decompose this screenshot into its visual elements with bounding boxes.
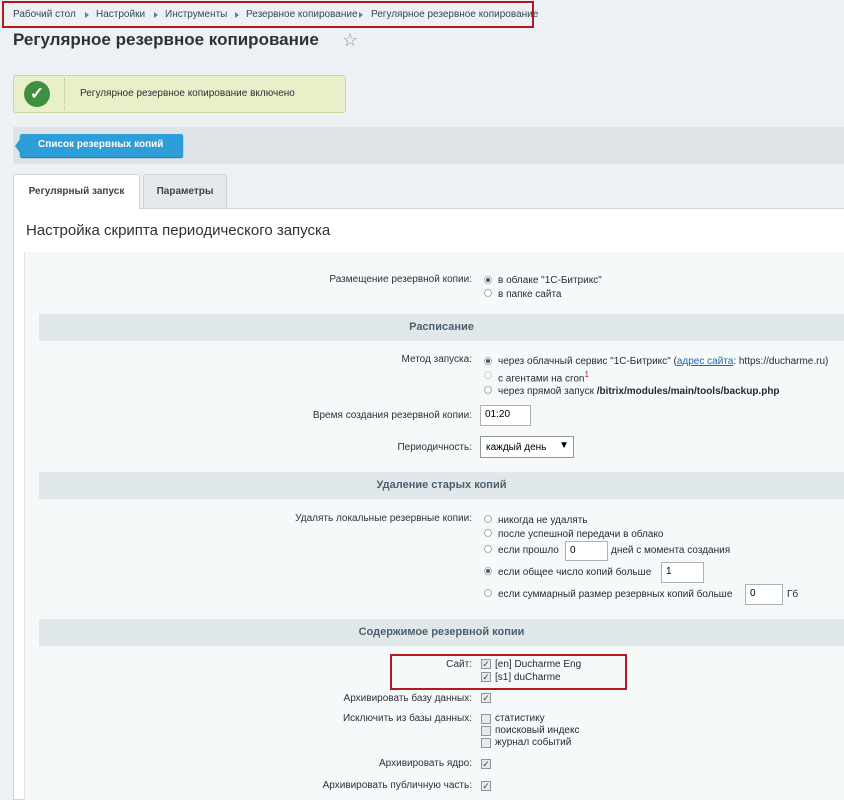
star-icon[interactable]: ☆ <box>342 30 358 51</box>
page-title: Регулярное резервное копирование <box>13 30 319 49</box>
cleanup-never-label: никогда не удалять <box>498 515 588 526</box>
archive-db-label: Архивировать базу данных: <box>343 693 472 704</box>
check-icon: ✓ <box>24 81 50 107</box>
breadcrumb-item-tools[interactable]: Инструменты <box>165 9 227 20</box>
cleanup-header: Удаление старых копий <box>39 472 844 499</box>
cleanup-after-transfer-radio[interactable] <box>484 529 492 537</box>
content-header: Содержимое резервной копии <box>39 619 844 646</box>
placement-cloud-radio[interactable] <box>484 276 492 284</box>
method-direct-radio[interactable] <box>484 386 492 394</box>
cleanup-label: Удалять локальные резервные копии: <box>295 513 472 524</box>
exclude-label: Исключить из базы данных: <box>342 713 472 724</box>
period-select[interactable]: каждый день ▼ <box>480 436 574 458</box>
breadcrumb-separator-icon <box>235 12 239 18</box>
exclude-search-checkbox[interactable] <box>481 726 491 736</box>
cleanup-count-radio[interactable] <box>484 567 492 575</box>
site-address-link[interactable]: адрес сайта <box>677 356 733 367</box>
section-title: Настройка скрипта периодического запуска <box>26 222 331 239</box>
success-message-text: Регулярное резервное копирование включен… <box>80 88 295 99</box>
dropdown-arrow-icon: ▼ <box>559 440 569 451</box>
cleanup-size-input[interactable]: 0 <box>745 584 783 605</box>
footnote-marker: 1 <box>584 370 589 379</box>
cleanup-size-unit: Гб <box>787 589 799 600</box>
placement-cloud-label: в облаке "1С-Битрикс" <box>498 275 602 286</box>
exclude-stats-checkbox[interactable] <box>481 714 491 724</box>
cleanup-size-radio[interactable] <box>484 589 492 597</box>
cleanup-count-input[interactable]: 1 <box>661 562 704 583</box>
cleanup-days-input[interactable]: 0 <box>565 541 608 561</box>
cleanup-size-prefix: если суммарный размер резервных копий бо… <box>498 589 733 600</box>
placement-site-radio[interactable] <box>484 289 492 297</box>
archive-public-checkbox[interactable]: ✓ <box>481 781 491 791</box>
backup-time-input[interactable]: 01:20 <box>480 405 531 426</box>
period-label: Периодичность: <box>397 442 472 453</box>
breadcrumb-separator-icon <box>154 12 158 18</box>
breadcrumb-item-backup[interactable]: Резервное копирование <box>246 9 358 20</box>
tab-regular-run[interactable]: Регулярный запуск <box>13 174 140 209</box>
cleanup-never-radio[interactable] <box>484 515 492 523</box>
breadcrumb-separator-icon <box>85 12 89 18</box>
method-label: Метод запуска: <box>401 354 472 365</box>
highlight-box <box>390 654 627 690</box>
placement-site-label: в папке сайта <box>498 289 562 300</box>
cleanup-after-transfer-label: после успешной передачи в облако <box>498 529 664 540</box>
exclude-search-label: поисковый индекс <box>495 725 580 736</box>
message-divider <box>64 78 65 110</box>
method-cron-radio[interactable] <box>484 371 492 379</box>
time-label: Время создания резервной копии: <box>312 410 472 421</box>
cleanup-days-prefix: если прошло <box>498 545 559 556</box>
archive-db-checkbox[interactable]: ✓ <box>481 693 491 703</box>
cleanup-days-suffix: дней с момента создания <box>611 545 731 556</box>
breadcrumb-item-desktop[interactable]: Рабочий стол <box>13 9 76 20</box>
method-direct-label: через прямой запуск /bitrix/modules/main… <box>498 386 780 397</box>
cleanup-count-prefix: если общее число копий больше <box>498 567 652 578</box>
exclude-events-label: журнал событий <box>495 737 572 748</box>
exclude-stats-label: статистику <box>495 713 545 724</box>
cleanup-days-radio[interactable] <box>484 545 492 553</box>
breadcrumb-item-current: Регулярное резервное копирование <box>371 9 539 20</box>
method-cron-label: с агентами на cron1 <box>498 370 589 385</box>
archive-public-label: Архивировать публичную часть: <box>322 780 472 791</box>
breadcrumb-separator-icon <box>359 12 363 18</box>
tab-parameters[interactable]: Параметры <box>143 174 227 209</box>
method-cloud-radio[interactable] <box>484 357 492 365</box>
placement-label: Размещение резервной копии: <box>329 274 472 285</box>
method-cloud-label: через облачный сервис "1С-Битрикс" (адре… <box>498 356 829 367</box>
backup-list-button[interactable]: Список резервных копий <box>20 134 183 157</box>
archive-core-checkbox[interactable]: ✓ <box>481 759 491 769</box>
exclude-events-checkbox[interactable] <box>481 738 491 748</box>
schedule-header: Расписание <box>39 314 844 341</box>
breadcrumb-item-settings[interactable]: Настройки <box>96 9 145 20</box>
breadcrumb: Рабочий стол Настройки Инструменты Резер… <box>2 1 538 28</box>
archive-core-label: Архивировать ядро: <box>379 758 472 769</box>
